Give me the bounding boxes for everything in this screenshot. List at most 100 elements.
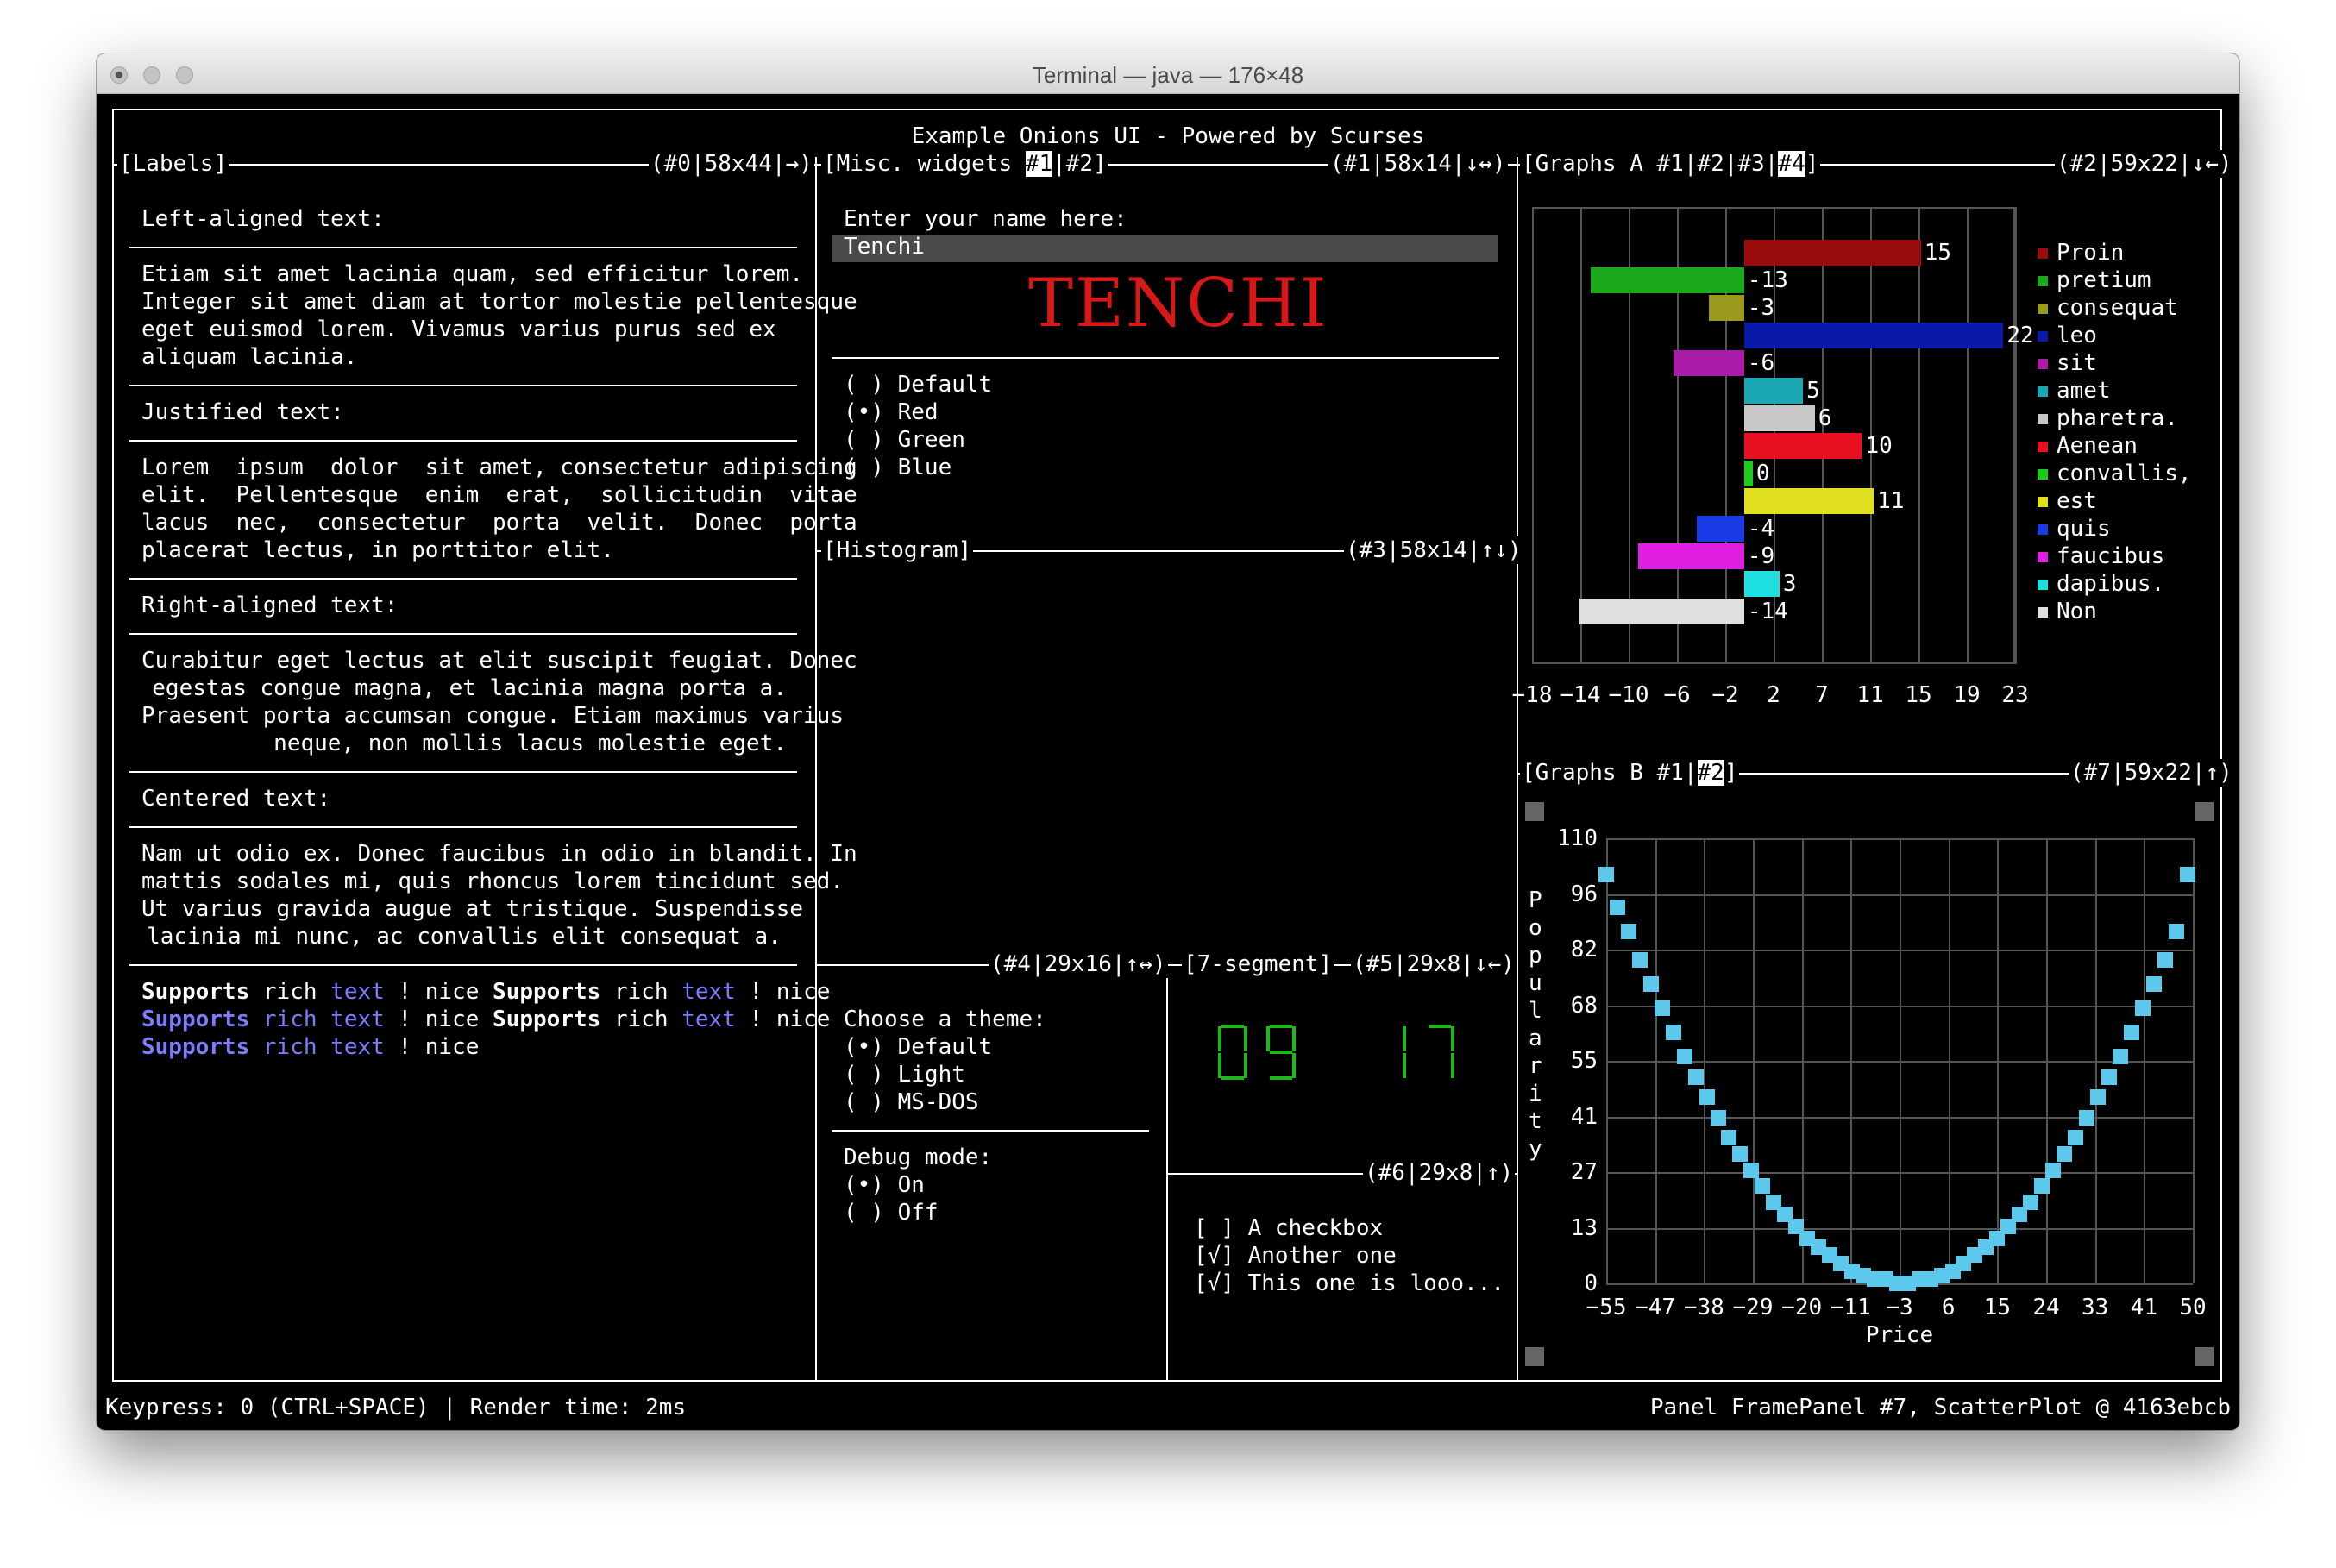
bar-x-tick-label: 19: [1953, 682, 1981, 708]
bar-value-label: -4: [1747, 516, 1775, 542]
center-line-4: lacinia mi nunc, ac convallis elit conse…: [147, 924, 782, 950]
scatter-grid-line: [1606, 1116, 2193, 1119]
rich-word: !: [749, 979, 763, 1005]
seven-seg-info: (#5|29x8|↓←): [1351, 950, 1517, 978]
scatter-point: [2157, 951, 2173, 968]
scatter-point: [1710, 1109, 1726, 1126]
bar-value-label: 5: [1806, 378, 1820, 404]
right-line-4: neque, non mollis lacus molestie eget.: [273, 731, 787, 756]
rich-word: Supports: [141, 1007, 250, 1032]
scatter-point: [1665, 1025, 1681, 1041]
labels-panel-info: (#0|58x44|→): [649, 150, 814, 178]
divider-theme-seg: [1166, 964, 1168, 1380]
justified-line-2: elit. Pellentesque enim erat, sollicitud…: [141, 482, 857, 508]
bar: [1673, 350, 1744, 376]
terminal-window: Terminal — java — 176×48 Example Onions …: [97, 53, 2239, 1430]
legend-label: amet: [2057, 378, 2111, 404]
scatter-y-tick-label: 13: [1570, 1214, 1598, 1241]
tab-graphs-b-2[interactable]: #2: [1697, 760, 1724, 786]
misc-panel-title: [Misc. widgets #1|#2]: [821, 150, 1108, 178]
right-line-2: egestas congue magna, et lacinia magna p…: [152, 675, 787, 701]
histogram-panel-info: (#3|58x14|↑↓): [1344, 536, 1523, 564]
tab-misc-2[interactable]: #2: [1066, 151, 1093, 177]
sep-7: [129, 826, 797, 828]
left-line-3: eget euismod lorem. Vivamus varius purus…: [141, 317, 776, 342]
scatter-point: [2112, 1049, 2128, 1065]
checkbox-looo[interactable]: [√] This one is looo...: [1194, 1270, 1504, 1297]
scatter-grid-line: [1606, 1227, 2193, 1230]
seven-segment-stroke: [1218, 1053, 1221, 1078]
bar-value-label: 10: [1865, 433, 1893, 459]
theme-heading: Choose a theme:: [844, 1007, 1046, 1032]
legend-label: dapibus.: [2057, 571, 2165, 597]
bar-value-label: 6: [1818, 405, 1832, 431]
seven-segment-stroke: [1270, 1076, 1292, 1080]
legend-swatch: [2038, 497, 2048, 507]
bar-grid-line: [2015, 207, 2017, 664]
bar-value-label: 11: [1877, 488, 1905, 514]
scatter-x-tick-label: −20: [1781, 1295, 1823, 1320]
corner-mark: [1525, 1347, 1544, 1366]
tab-graphs-a-4[interactable]: #4: [1778, 151, 1805, 177]
scatter-grid-line: [1606, 894, 2193, 896]
rich-word: nice: [424, 979, 480, 1005]
bar-value-label: -3: [1747, 295, 1775, 321]
scatter-point: [2168, 923, 2184, 939]
right-heading: Right-aligned text:: [141, 593, 399, 618]
window-titlebar: Terminal — java — 176×48: [97, 53, 2239, 94]
left-line-1: Etiam sit amet lacinia quam, sed efficit…: [141, 261, 804, 287]
divider-misc-graphs: [1517, 157, 1518, 1380]
corner-mark: [2195, 802, 2214, 821]
scatter-y-tick-label: 82: [1570, 937, 1598, 963]
left-heading: Left-aligned text:: [141, 206, 385, 232]
debug-on-radio[interactable]: (•) On: [844, 1171, 925, 1199]
graphs-a-info: (#2|59x22|↓←): [2055, 150, 2234, 178]
scatter-y-tick-label: 41: [1570, 1103, 1598, 1130]
bar: [1591, 267, 1744, 293]
rich-word: nice: [424, 1034, 480, 1060]
sep-6: [129, 771, 797, 773]
theme-light-radio[interactable]: ( ) Light: [844, 1061, 965, 1088]
checkbox-a[interactable]: [ ] A checkbox: [1194, 1214, 1383, 1242]
legend-swatch: [2038, 304, 2048, 314]
divider-labels-misc: [815, 157, 817, 1380]
legend-swatch: [2038, 359, 2048, 369]
legend-label: pretium: [2057, 267, 2151, 293]
sep-1: [129, 247, 797, 248]
legend-label: convallis,: [2057, 461, 2192, 486]
bar-grid-line: [1532, 207, 1534, 664]
checkbox-another[interactable]: [√] Another one: [1194, 1242, 1397, 1270]
scatter-x-tick-label: 33: [2082, 1295, 2109, 1320]
theme-default-radio[interactable]: (•) Default: [844, 1033, 992, 1061]
seven-segment-stroke: [1218, 1026, 1221, 1051]
legend-swatch: [2038, 607, 2048, 618]
scatter-x-tick-label: −47: [1635, 1295, 1676, 1320]
tab-misc-1[interactable]: #1: [1025, 151, 1053, 177]
scatter-point: [2034, 1178, 2050, 1195]
scatter-y-axis-label-char: o: [1529, 915, 1542, 941]
name-input[interactable]: [832, 235, 1498, 262]
bar-x-tick-label: 23: [2001, 682, 2029, 708]
scatter-y-axis-label-char: p: [1529, 943, 1542, 969]
bar-x-tick-label: 15: [1905, 682, 1932, 708]
radio-green[interactable]: ( ) Green: [844, 426, 965, 454]
bar-value-label: 0: [1755, 461, 1770, 486]
theme-msdos-radio[interactable]: ( ) MS-DOS: [844, 1088, 979, 1116]
bar: [1743, 240, 1921, 266]
graphs-a-title-suffix: ]: [1805, 151, 1819, 177]
rich-word: rich: [262, 1007, 317, 1032]
scatter-y-tick-label: 55: [1570, 1048, 1598, 1074]
radio-default[interactable]: ( ) Default: [844, 371, 992, 398]
legend-label: pharetra.: [2057, 405, 2178, 431]
scatter-point: [1755, 1178, 1771, 1195]
scatter-point: [2089, 1089, 2106, 1106]
bar-value-label: -6: [1747, 350, 1775, 376]
radio-blue[interactable]: ( ) Blue: [844, 454, 951, 481]
debug-off-radio[interactable]: ( ) Off: [844, 1199, 939, 1226]
terminal-content: Example Onions UI - Powered by Scurses […: [97, 93, 2239, 1430]
name-prompt: Enter your name here:: [844, 206, 1127, 232]
seven-segment-stroke: [1270, 1051, 1292, 1054]
radio-red[interactable]: (•) Red: [844, 398, 939, 426]
scatter-y-axis-label-char: t: [1529, 1108, 1542, 1134]
scatter-grid-line: [1606, 838, 2193, 840]
